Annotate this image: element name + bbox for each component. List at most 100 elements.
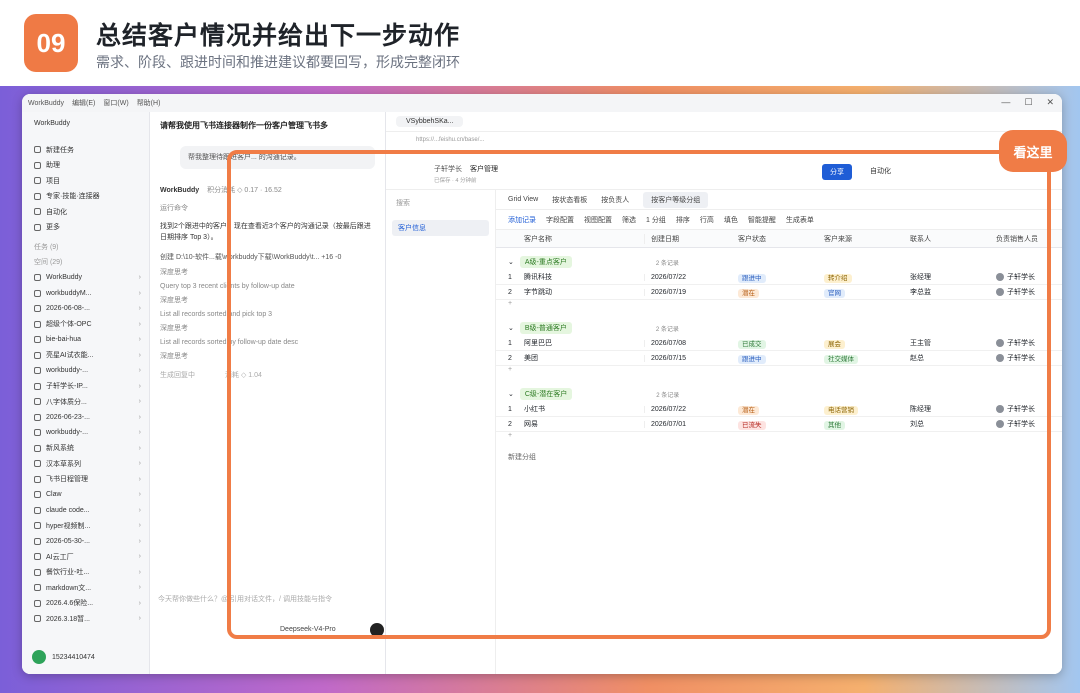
nav-more[interactable]: 更多 <box>22 220 149 236</box>
plus-icon <box>34 146 41 154</box>
slide-title: 总结客户情况并给出下一步动作 <box>96 22 461 50</box>
chevron-right-icon: › <box>138 398 141 406</box>
chevron-right-icon: › <box>138 367 141 375</box>
sidebar-folder[interactable]: 亮星AI试衣能... › <box>22 348 149 364</box>
folder-icon <box>34 599 41 607</box>
folder-icon <box>34 336 41 344</box>
assistant-icon <box>34 161 41 169</box>
more-icon <box>34 223 41 231</box>
sidebar-folder[interactable]: workbuddy-... › <box>22 363 149 379</box>
maximize-icon[interactable]: ☐ <box>1024 97 1032 108</box>
nav-assistant[interactable]: 助理 <box>22 158 149 174</box>
folder-icon <box>34 429 41 437</box>
sidebar-folder[interactable]: 2026.4.6保险... › <box>22 596 149 612</box>
folder-label: 亮星AI试衣能... <box>46 352 94 360</box>
expert-icon <box>34 192 41 200</box>
step-badge: 09 <box>24 14 78 72</box>
folder-icon <box>34 320 41 328</box>
nav-project[interactable]: 项目 <box>22 173 149 189</box>
chevron-right-icon: › <box>138 382 141 390</box>
chat-title: 请帮我使用飞书连接器制作一份客户管理飞书多 <box>160 121 328 130</box>
sidebar-folder[interactable]: workbuddyM... › <box>22 286 149 302</box>
nav-new-task[interactable]: 新建任务 <box>22 142 149 158</box>
chevron-right-icon: › <box>138 506 141 514</box>
sidebar-folder-list: WorkBuddy › workbuddyM... › 2026-06-08-... › 超… <box>22 270 149 627</box>
sidebar-folder[interactable]: 2026-06-23-... › <box>22 410 149 426</box>
folder-icon <box>34 522 41 530</box>
section-groups: 空间 (29) <box>34 259 63 267</box>
folder-label: claude code... <box>46 506 90 514</box>
sidebar-folder[interactable]: claude code... › <box>22 503 149 519</box>
sidebar-folder[interactable]: 子轩学长-IP... › <box>22 379 149 395</box>
folder-label: 2026.4.6保险... <box>46 600 94 608</box>
url-bar[interactable]: https://...feishu.cn/base/... <box>386 132 1062 148</box>
sidebar-folder[interactable]: workbuddy-... › <box>22 425 149 441</box>
folder-icon <box>34 475 41 483</box>
chevron-right-icon: › <box>138 351 141 359</box>
automation-icon <box>34 208 41 216</box>
chevron-right-icon: › <box>138 320 141 328</box>
chevron-right-icon: › <box>138 274 141 282</box>
sidebar-folder[interactable]: 八字体质分... › <box>22 394 149 410</box>
folder-label: 2026-06-23-... <box>46 413 90 421</box>
agent-name: WorkBuddy <box>160 186 200 194</box>
folder-label: 2026-05-30-... <box>46 537 90 545</box>
folder-label: 新风系统 <box>46 445 74 453</box>
sidebar-folder[interactable]: 2026-06-08-... › <box>22 301 149 317</box>
nav-experts[interactable]: 专家·技能·连接器 <box>22 189 149 205</box>
folder-icon <box>34 351 41 359</box>
sidebar: WorkBuddy 新建任务 助理 项目 专家·技能·连接器 自动化 更多 任务… <box>22 112 150 674</box>
chevron-right-icon: › <box>138 568 141 576</box>
folder-icon <box>34 553 41 561</box>
sidebar-folder[interactable]: 新风系统 › <box>22 441 149 457</box>
folder-label: 2026.3.18暂... <box>46 615 90 623</box>
menu-help[interactable]: 帮助(H) <box>137 98 161 108</box>
folder-label: 飞书日程管理 <box>46 476 88 484</box>
chevron-right-icon: › <box>138 537 141 545</box>
folder-icon <box>34 444 41 452</box>
sidebar-folder[interactable]: Claw › <box>22 487 149 503</box>
folder-label: markdown文... <box>46 584 92 592</box>
sidebar-folder[interactable]: bie-bai-hua › <box>22 332 149 348</box>
sidebar-folder[interactable]: 汉本草系列 › <box>22 456 149 472</box>
folder-icon <box>34 274 41 282</box>
folder-icon <box>34 305 41 313</box>
app-name: WorkBuddy <box>28 99 65 107</box>
sidebar-folder[interactable]: 2026.3.18暂... › <box>22 611 149 627</box>
sidebar-folder[interactable]: markdown文... › <box>22 580 149 596</box>
chevron-right-icon: › <box>138 553 141 561</box>
folder-label: workbuddyM... <box>46 289 92 297</box>
user-profile[interactable]: 15234410474 <box>32 650 95 664</box>
watermark: 公众号 · 子轩学长说 <box>730 641 939 664</box>
chevron-right-icon: › <box>138 289 141 297</box>
menu-window[interactable]: 窗口(W) <box>103 98 128 108</box>
avatar <box>32 650 46 664</box>
sidebar-folder[interactable]: hyper视频制... › <box>22 518 149 534</box>
sidebar-folder[interactable]: 飞书日程管理 › <box>22 472 149 488</box>
folder-label: 子轩学长-IP... <box>46 383 88 391</box>
close-icon[interactable]: ✕ <box>1046 97 1054 108</box>
folder-icon <box>34 367 41 375</box>
folder-label: workbuddy-... <box>46 429 89 437</box>
sidebar-folder[interactable]: 2026-05-30-... › <box>22 534 149 550</box>
chevron-right-icon: › <box>138 305 141 313</box>
chevron-right-icon: › <box>138 444 141 452</box>
folder-label: 汉本草系列 <box>46 460 81 468</box>
folder-icon <box>34 398 41 406</box>
sidebar-folder[interactable]: WorkBuddy › <box>22 270 149 286</box>
title-bar: WorkBuddy 编辑(E) 窗口(W) 帮助(H) — ☐ ✕ <box>22 94 1062 112</box>
minimize-icon[interactable]: — <box>1001 97 1010 108</box>
chevron-right-icon: › <box>138 491 141 499</box>
folder-icon <box>34 506 41 514</box>
sidebar-folder[interactable]: 餐饮行业-吐... › <box>22 565 149 581</box>
browser-tab[interactable]: VSybbehSKa... <box>396 116 464 127</box>
sidebar-folder[interactable]: 超级个体-OPC › <box>22 317 149 333</box>
folder-label: workbuddy-... <box>46 367 89 375</box>
chevron-right-icon: › <box>138 615 141 623</box>
folder-icon <box>34 568 41 576</box>
sidebar-folder[interactable]: AI云工厂 › <box>22 549 149 565</box>
sidebar-brand: WorkBuddy <box>34 120 71 127</box>
nav-automation[interactable]: 自动化 <box>22 204 149 220</box>
user-phone: 15234410474 <box>52 653 95 661</box>
menu-edit[interactable]: 编辑(E) <box>72 98 95 108</box>
